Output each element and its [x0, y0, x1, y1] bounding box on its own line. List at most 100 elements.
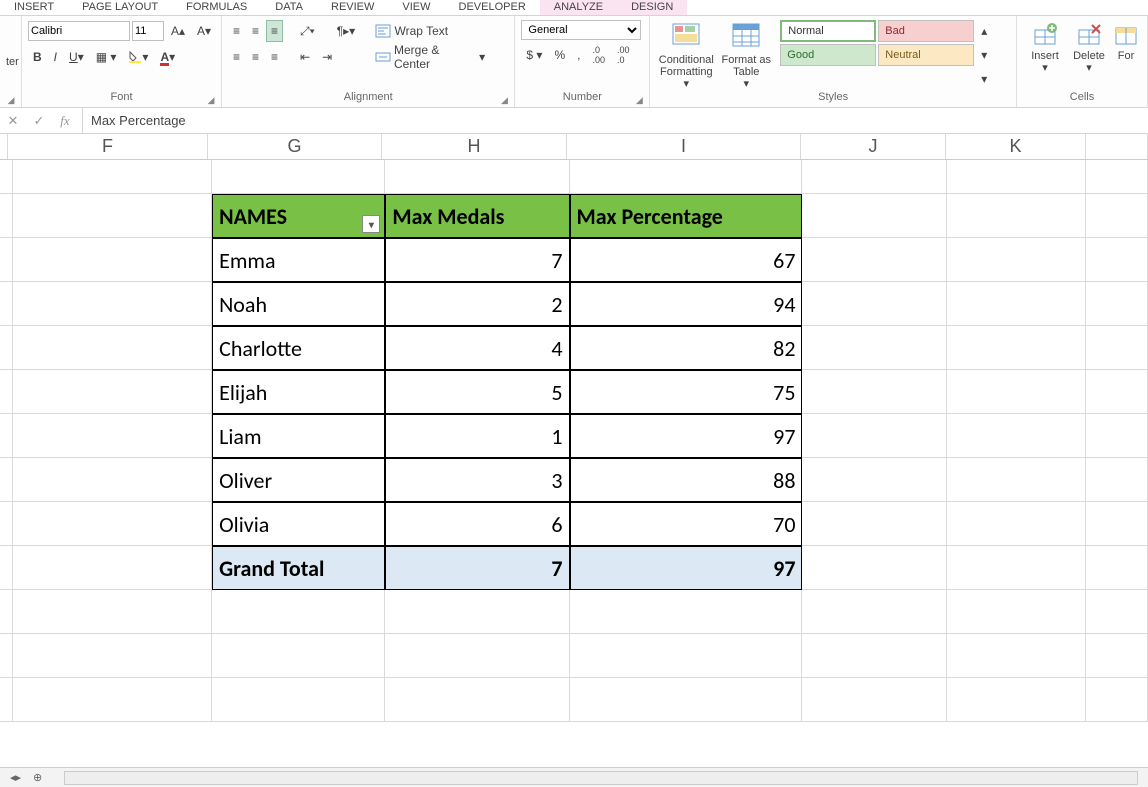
cell-pct[interactable]: 82 — [570, 326, 803, 370]
cell-pct[interactable]: 75 — [570, 370, 803, 414]
header-max-percentage[interactable]: Max Percentage — [570, 194, 803, 238]
formula-input[interactable]: Max Percentage — [82, 108, 1148, 133]
bold-button[interactable]: B — [28, 46, 47, 68]
tab-page-layout[interactable]: PAGE LAYOUT — [68, 0, 172, 15]
cell-name[interactable]: Oliver — [212, 458, 385, 502]
font-size-combo[interactable] — [132, 21, 164, 41]
cell-medals[interactable]: 4 — [385, 326, 569, 370]
increase-indent-icon[interactable]: ⇥ — [317, 46, 337, 68]
text-direction-button[interactable]: ¶▸▾ — [332, 20, 361, 42]
cell-styles-scroll-down-icon[interactable]: ▾ — [976, 44, 992, 66]
tab-review[interactable]: REVIEW — [317, 0, 388, 15]
cell-medals[interactable]: 6 — [385, 502, 569, 546]
insert-function-icon[interactable]: fx — [52, 113, 78, 129]
cell-pct[interactable]: 88 — [570, 458, 803, 502]
font-name-combo[interactable] — [28, 21, 130, 41]
tab-design[interactable]: DESIGN — [617, 0, 687, 15]
font-launcher-icon[interactable]: ◢ — [205, 95, 217, 107]
col-header-g[interactable]: G — [208, 134, 382, 159]
cell-medals[interactable]: 1 — [385, 414, 569, 458]
tab-formulas[interactable]: FORMULAS — [172, 0, 261, 15]
align-bottom-icon[interactable]: ≡ — [266, 20, 283, 42]
tab-analyze[interactable]: ANALYZE — [540, 0, 617, 15]
col-header-i[interactable]: I — [567, 134, 801, 159]
formula-enter-icon[interactable]: ✓ — [26, 113, 52, 129]
merge-center-button[interactable]: Merge & Center ▾ — [370, 46, 490, 68]
tab-view[interactable]: VIEW — [388, 0, 444, 15]
header-names[interactable]: NAMES ▾ — [212, 194, 385, 238]
cell-pct[interactable]: 67 — [570, 238, 803, 282]
cell-style-normal[interactable]: Normal — [780, 20, 876, 42]
underline-button[interactable]: U ▾ — [64, 46, 89, 68]
cell-name[interactable]: Noah — [212, 282, 385, 326]
grand-total-label[interactable]: Grand Total — [212, 546, 385, 590]
orientation-button[interactable]: ⤢▾ — [295, 20, 320, 42]
col-header[interactable] — [1086, 134, 1148, 159]
formula-cancel-icon[interactable]: ✕ — [0, 113, 26, 129]
delete-cells-button[interactable]: Delete ▾ — [1067, 20, 1111, 74]
new-sheet-icon[interactable]: ⊕ — [33, 771, 42, 784]
tab-developer[interactable]: DEVELOPER — [445, 0, 540, 15]
grand-total-medals[interactable]: 7 — [385, 546, 569, 590]
percent-format-button[interactable]: % — [549, 44, 570, 66]
decrease-indent-icon[interactable]: ⇤ — [295, 46, 315, 68]
align-top-icon[interactable]: ≡ — [228, 20, 245, 42]
align-left-icon[interactable]: ≡ — [228, 46, 245, 68]
number-launcher-icon[interactable]: ◢ — [633, 95, 645, 107]
col-header[interactable] — [0, 134, 8, 159]
font-color-button[interactable]: A ▾ — [155, 46, 180, 68]
tab-data[interactable]: DATA — [261, 0, 317, 15]
horizontal-scrollbar[interactable] — [64, 771, 1138, 785]
grand-total-pct[interactable]: 97 — [570, 546, 803, 590]
increase-font-icon[interactable]: A▴ — [166, 20, 190, 42]
cell-pct[interactable]: 70 — [570, 502, 803, 546]
format-cells-button[interactable]: For — [1111, 20, 1141, 62]
decrease-font-icon[interactable]: A▾ — [192, 20, 216, 42]
format-as-table-icon — [731, 22, 761, 52]
cell-styles-more-icon[interactable]: ▾ — [976, 68, 992, 90]
delete-cells-label: Delete — [1073, 50, 1105, 62]
cell-styles-scroll-up-icon[interactable]: ▴ — [976, 20, 992, 42]
cell-name[interactable]: Olivia — [212, 502, 385, 546]
col-header-h[interactable]: H — [382, 134, 567, 159]
cell-medals[interactable]: 7 — [385, 238, 569, 282]
filter-dropdown-icon[interactable]: ▾ — [362, 215, 380, 233]
col-header-j[interactable]: J — [801, 134, 946, 159]
tab-insert[interactable]: INSERT — [0, 0, 68, 15]
accounting-format-button[interactable]: $ ▾ — [521, 44, 547, 66]
insert-cells-button[interactable]: Insert ▾ — [1023, 20, 1067, 74]
alignment-launcher-icon[interactable]: ◢ — [498, 95, 510, 107]
format-as-table-button[interactable]: Format as Table ▾ — [716, 20, 776, 90]
number-format-combo[interactable]: General — [521, 20, 641, 40]
cell-name[interactable]: Charlotte — [212, 326, 385, 370]
align-right-icon[interactable]: ≡ — [266, 46, 283, 68]
borders-button[interactable]: ▦ ▾ — [91, 46, 122, 68]
italic-button[interactable]: I — [49, 46, 62, 68]
col-header-k[interactable]: K — [946, 134, 1086, 159]
cell-name[interactable]: Liam — [212, 414, 385, 458]
cell-pct[interactable]: 97 — [570, 414, 803, 458]
align-middle-icon[interactable]: ≡ — [247, 20, 264, 42]
cell-name[interactable]: Emma — [212, 238, 385, 282]
sheet-nav-icon[interactable]: ◂▸ — [10, 771, 21, 784]
header-max-medals[interactable]: Max Medals — [385, 194, 569, 238]
decrease-decimal-button[interactable]: .00.0 — [612, 44, 635, 66]
col-header-f[interactable]: F — [8, 134, 208, 159]
cell-medals[interactable]: 2 — [385, 282, 569, 326]
spreadsheet-grid[interactable]: F G H I J K NAMES ▾ Max Medals Max Perce… — [0, 134, 1148, 722]
cell-style-bad[interactable]: Bad — [878, 20, 974, 42]
cell-style-neutral[interactable]: Neutral — [878, 44, 974, 66]
conditional-formatting-button[interactable]: Conditional Formatting ▾ — [656, 20, 716, 90]
cell-name[interactable]: Elijah — [212, 370, 385, 414]
cell-style-good[interactable]: Good — [780, 44, 876, 66]
comma-format-button[interactable]: , — [572, 44, 585, 66]
wrap-text-button[interactable]: Wrap Text — [370, 20, 490, 42]
cell-medals[interactable]: 5 — [385, 370, 569, 414]
cell-pct[interactable]: 94 — [570, 282, 803, 326]
align-center-icon[interactable]: ≡ — [247, 46, 264, 68]
fill-color-button[interactable]: ▾ — [123, 46, 153, 68]
clipboard-launcher-icon[interactable]: ◢ — [5, 95, 17, 107]
cell-medals[interactable]: 3 — [385, 458, 569, 502]
increase-decimal-button[interactable]: .0.00 — [587, 44, 610, 66]
wrap-text-icon — [375, 24, 391, 38]
